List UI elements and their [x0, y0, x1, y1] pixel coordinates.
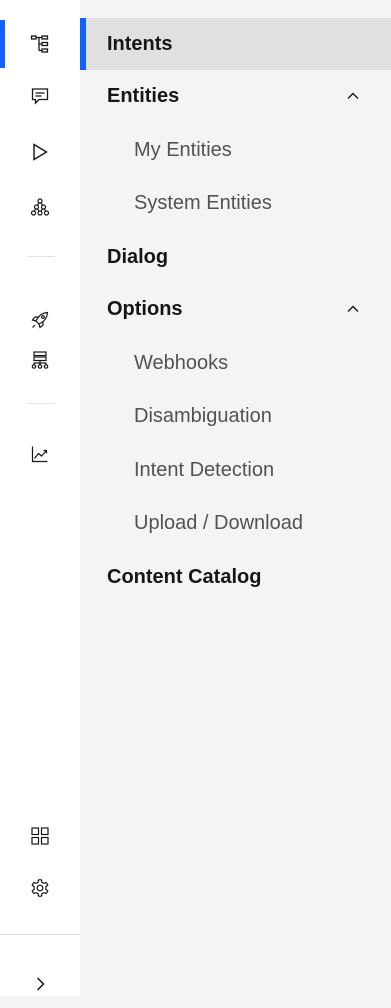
chevron-right-icon: [36, 977, 45, 991]
skills-button[interactable]: [0, 20, 80, 68]
try-it-button[interactable]: [0, 128, 80, 176]
rocket-icon: [31, 311, 49, 329]
nav-item-label: Upload / Download: [134, 511, 303, 534]
nav-item-label: Options: [107, 297, 183, 320]
assistant-preview-button[interactable]: [0, 72, 80, 120]
nav-item-label: Content Catalog: [107, 565, 262, 588]
settings-button[interactable]: [0, 864, 80, 912]
nav-item-content-catalog[interactable]: Content Catalog: [80, 551, 391, 603]
nav-item-label: Entities: [107, 84, 180, 107]
selected-indicator: [80, 18, 86, 70]
nav-item-label: Dialog: [107, 245, 169, 268]
data-structure-icon: [31, 351, 49, 369]
rail-divider: [27, 256, 55, 257]
nav-item-label: My Entities: [134, 138, 232, 161]
hierarchy-icon: [30, 198, 50, 216]
settings-gear-icon: [31, 879, 49, 897]
versions-button[interactable]: [0, 336, 80, 384]
nav-item-upload-download[interactable]: Upload / Download: [80, 497, 391, 549]
nav-item-intent-detection[interactable]: Intent Detection: [80, 444, 391, 496]
chevron-up-icon[interactable]: [345, 301, 361, 317]
nav-item-disambiguation[interactable]: Disambiguation: [80, 390, 391, 442]
play-icon: [33, 143, 48, 161]
skill-tree-icon: [30, 35, 49, 53]
rail-bottom-divider: [0, 934, 80, 935]
nav-item-dialog[interactable]: Dialog: [80, 231, 391, 283]
skills-nav-panel: Intents Entities My Entities System Enti…: [80, 0, 391, 996]
integrations-button[interactable]: [0, 183, 80, 231]
chevron-up-icon[interactable]: [345, 88, 361, 104]
nav-item-label: Disambiguation: [134, 404, 272, 427]
nav-item-intents[interactable]: Intents: [80, 18, 391, 70]
analytics-chart-icon: [31, 446, 48, 463]
nav-item-my-entities[interactable]: My Entities: [80, 124, 391, 176]
nav-item-label: System Entities: [134, 191, 272, 214]
rail-divider: [27, 403, 55, 404]
nav-item-label: Intent Detection: [134, 458, 275, 481]
nav-item-label: Webhooks: [134, 351, 229, 374]
analytics-button[interactable]: [0, 430, 80, 478]
nav-item-entities[interactable]: Entities: [80, 70, 391, 122]
nav-item-system-entities[interactable]: System Entities: [80, 177, 391, 229]
icon-rail: [0, 0, 80, 996]
nav-item-webhooks[interactable]: Webhooks: [80, 337, 391, 389]
nav-item-options[interactable]: Options: [80, 283, 391, 335]
apps-grid-icon: [31, 827, 49, 845]
expand-rail-button[interactable]: [0, 960, 80, 1008]
chat-bubble-icon: [31, 88, 49, 105]
apps-button[interactable]: [0, 812, 80, 860]
nav-item-label: Intents: [107, 32, 173, 55]
